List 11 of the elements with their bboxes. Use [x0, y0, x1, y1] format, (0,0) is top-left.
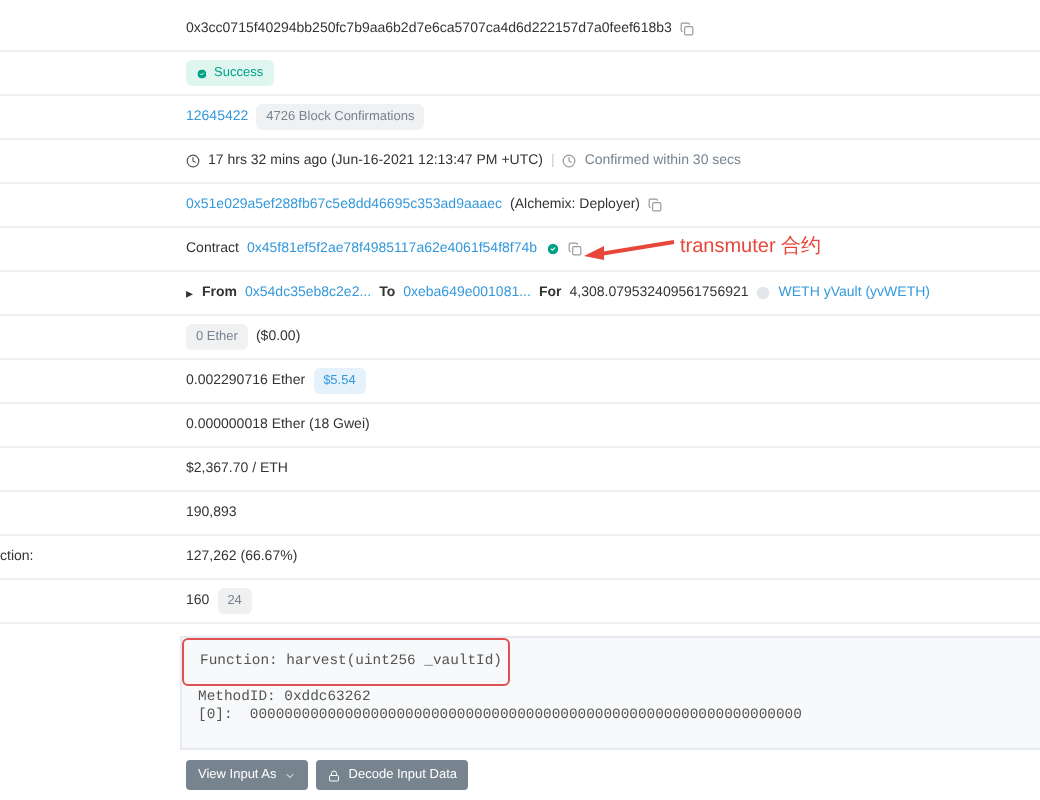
- annotation-text: transmuter 合约: [680, 234, 822, 260]
- copy-icon[interactable]: [679, 22, 694, 36]
- check-icon: [196, 67, 208, 79]
- decode-icon: [328, 769, 341, 781]
- copy-icon[interactable]: [567, 242, 582, 256]
- caret-icon: [284, 769, 297, 781]
- token-icon: [756, 286, 771, 300]
- annotation-arrow: [584, 238, 676, 262]
- clock-icon: [186, 154, 200, 168]
- copy-icon[interactable]: [648, 198, 663, 212]
- clock-icon: [562, 154, 577, 168]
